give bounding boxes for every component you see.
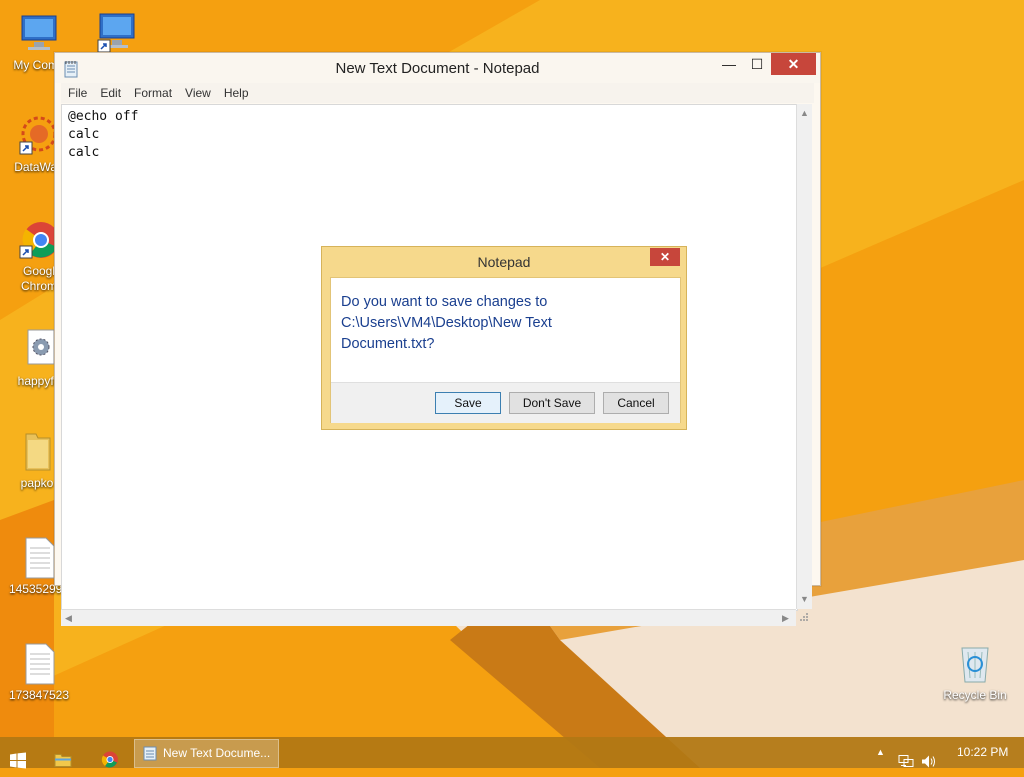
text-line: @echo off: [68, 109, 139, 124]
close-button[interactable]: ✕: [771, 53, 816, 75]
network-computer-icon: [97, 13, 135, 53]
computer-icon: [21, 15, 57, 50]
desktop-icon-label: 173847523: [8, 688, 70, 702]
taskbar-item-label: New Text Docume...: [163, 746, 271, 760]
maximize-button[interactable]: ☐: [743, 53, 771, 75]
menu-edit[interactable]: Edit: [93, 83, 127, 100]
dialog-message-line: Do you want to save changes to: [341, 294, 548, 310]
menu-bar: File Edit Format View Help: [61, 83, 814, 103]
dialog-close-button[interactable]: ✕: [650, 248, 680, 266]
scroll-down-arrow-icon[interactable]: ▼: [800, 594, 809, 604]
dont-save-button[interactable]: Don't Save: [509, 392, 595, 414]
cancel-button[interactable]: Cancel: [603, 392, 669, 414]
horizontal-scrollbar[interactable]: ◀ ▶: [61, 609, 796, 626]
dialog-body: Do you want to save changes to C:\Users\…: [330, 277, 681, 423]
system-clock[interactable]: 10:22 PM: [957, 737, 1008, 768]
menu-help[interactable]: Help: [217, 83, 255, 100]
text-line: calc: [68, 127, 100, 142]
chrome-taskbar-icon[interactable]: [101, 744, 119, 775]
scroll-left-arrow-icon[interactable]: ◀: [65, 613, 72, 624]
desktop-icon-label: Recycle Bin: [943, 688, 1007, 702]
desktop-icon-network[interactable]: [78, 10, 156, 58]
menu-format[interactable]: Format: [127, 83, 178, 100]
minimize-button[interactable]: —: [715, 53, 743, 75]
start-windows-icon[interactable]: [10, 745, 26, 776]
desktop-icon-recycle-bin[interactable]: Recycle Bin: [936, 640, 1014, 703]
vertical-scrollbar[interactable]: ▲ ▼: [796, 104, 812, 609]
network-tray-icon[interactable]: [898, 746, 914, 777]
taskbar: New Text Docume... ▲ 10:22 PM: [0, 737, 1024, 769]
text-file-icon: [25, 643, 55, 685]
notepad-icon: [143, 746, 157, 761]
dialog-message-line: Document.txt?: [341, 336, 435, 352]
file-explorer-icon[interactable]: [54, 744, 72, 775]
resize-grip-icon[interactable]: [798, 611, 810, 623]
dialog-button-bar: Save Don't Save Cancel: [331, 382, 680, 423]
notepad-titlebar[interactable]: New Text Document - Notepad — ☐ ✕: [55, 53, 820, 83]
dialog-message-line: C:\Users\VM4\Desktop\New Text: [341, 315, 552, 331]
scroll-up-arrow-icon[interactable]: ▲: [800, 108, 809, 118]
scroll-right-arrow-icon[interactable]: ▶: [782, 613, 789, 624]
show-hidden-icons-chevron-icon[interactable]: ▲: [876, 737, 885, 768]
menu-view[interactable]: View: [178, 83, 217, 100]
save-changes-dialog[interactable]: Notepad ✕ Do you want to save changes to…: [321, 246, 687, 430]
text-line: calc: [68, 145, 100, 160]
window-title: New Text Document - Notepad: [335, 60, 540, 77]
volume-icon[interactable]: [921, 746, 937, 777]
dialog-message: Do you want to save changes to C:\Users\…: [341, 292, 661, 355]
desktop-icon-file-173847523[interactable]: 173847523: [0, 640, 78, 703]
recycle-bin-icon: [961, 647, 989, 683]
dialog-title: Notepad: [477, 254, 531, 270]
save-button[interactable]: Save: [435, 392, 501, 414]
menu-file[interactable]: File: [61, 83, 93, 100]
taskbar-item-notepad[interactable]: New Text Docume...: [134, 739, 279, 768]
